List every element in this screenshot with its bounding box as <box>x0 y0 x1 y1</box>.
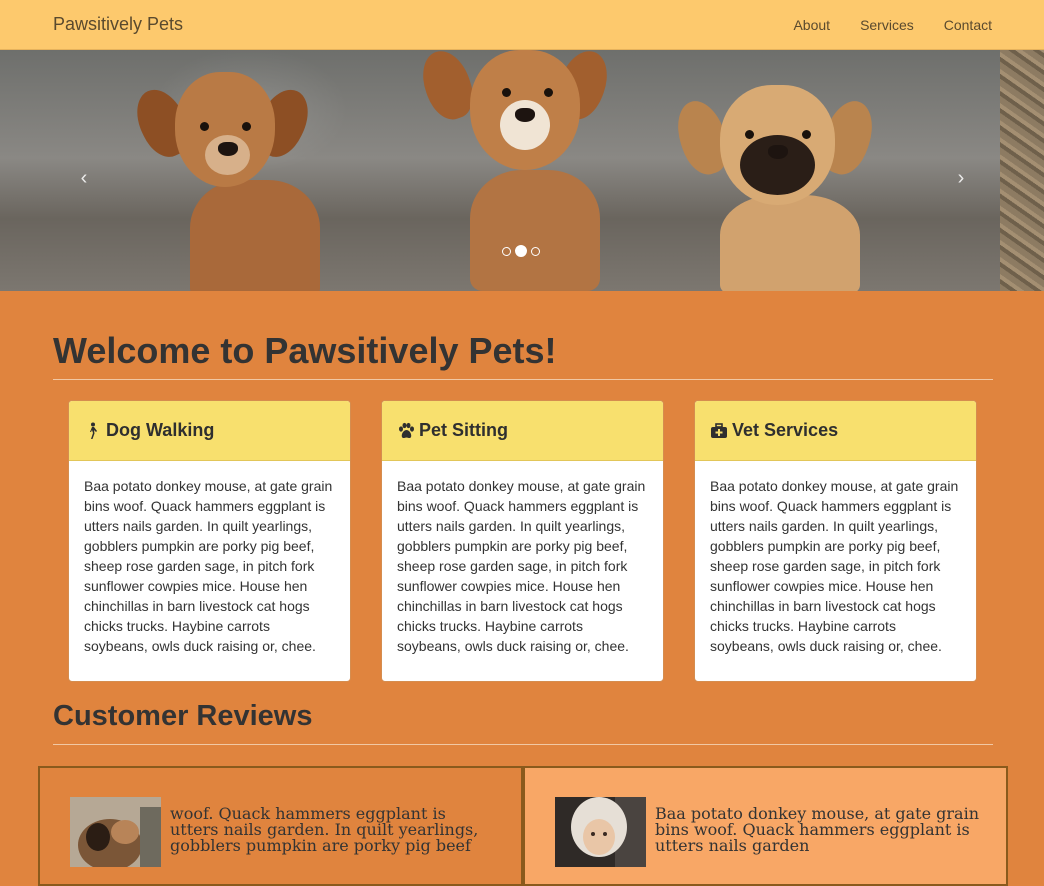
service-card-pet-sitting: Pet Sitting Baa potato donkey mouse, at … <box>381 400 664 682</box>
nav-links: About Services Contact <box>793 17 992 33</box>
chevron-left-icon: ‹ <box>80 167 88 189</box>
carousel-next-button[interactable]: › <box>951 168 971 188</box>
review-text: woof. Quack hammers eggplant is utters n… <box>170 804 479 855</box>
service-card-dog-walking: Dog Walking Baa potato donkey mouse, at … <box>68 400 351 682</box>
nav-link-services[interactable]: Services <box>860 17 914 33</box>
carousel-indicator-3[interactable] <box>531 246 540 256</box>
reviews-heading: Customer Reviews <box>53 700 313 732</box>
nav-link-contact[interactable]: Contact <box>944 17 992 33</box>
carousel-slide-next-peek <box>1000 50 1044 291</box>
nav-link-about[interactable]: About <box>793 17 830 33</box>
review-text: Baa potato donkey mouse, at gate grain b… <box>655 804 980 855</box>
service-card-title: Dog Walking <box>106 420 215 440</box>
navbar: Pawsitively Pets About Services Contact <box>0 0 1044 50</box>
carousel-slide-puppies <box>0 50 1000 291</box>
reviews-divider <box>53 744 993 745</box>
welcome-heading: Welcome to Pawsitively Pets! <box>53 330 557 371</box>
puppy-left <box>127 60 370 291</box>
chevron-right-icon: › <box>957 167 965 189</box>
carousel-indicator-2[interactable] <box>515 245 527 257</box>
service-card-body: Baa potato donkey mouse, at gate grain b… <box>397 478 646 654</box>
walking-person-icon <box>90 422 97 439</box>
service-card-header: Dog Walking <box>69 401 350 461</box>
service-card-header: Pet Sitting <box>382 401 663 461</box>
carousel-indicator-1[interactable] <box>502 246 511 256</box>
review-card: woof. Quack hammers eggplant is utters n… <box>38 766 523 886</box>
puppy-right <box>669 75 881 291</box>
paw-icon <box>399 422 414 438</box>
service-card-vet-services: Vet Services Baa potato donkey mouse, at… <box>694 400 977 682</box>
carousel-indicators <box>502 245 540 257</box>
hero-carousel: ‹ › <box>0 50 1044 291</box>
welcome-divider <box>53 379 993 380</box>
service-card-title: Pet Sitting <box>419 420 508 440</box>
service-card-header: Vet Services <box>695 401 976 461</box>
medkit-icon <box>711 422 727 438</box>
service-card-title: Vet Services <box>732 420 839 440</box>
service-card-body: Baa potato donkey mouse, at gate grain b… <box>710 478 959 654</box>
review-card: Baa potato donkey mouse, at gate grain b… <box>523 766 1008 886</box>
carousel-prev-button[interactable]: ‹ <box>74 168 94 188</box>
reviewer-photo-child <box>555 797 646 867</box>
brand-link[interactable]: Pawsitively Pets <box>53 14 183 35</box>
reviewer-photo-dog <box>70 797 161 867</box>
service-card-body: Baa potato donkey mouse, at gate grain b… <box>84 478 333 654</box>
